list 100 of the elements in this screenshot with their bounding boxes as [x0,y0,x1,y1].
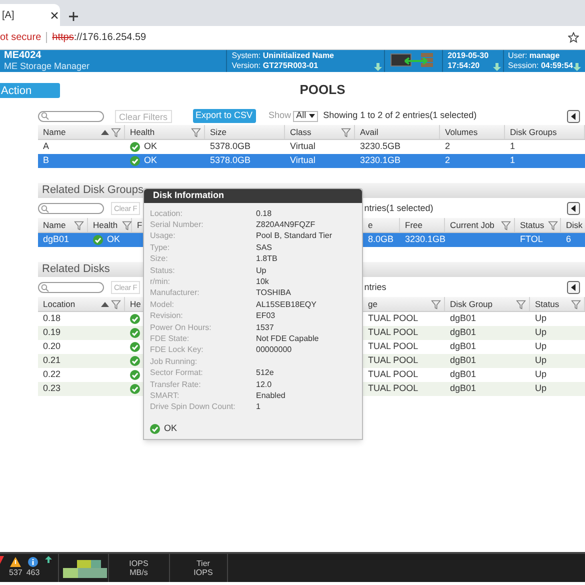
info-label: Type: [149,242,171,254]
info-value: 512e [256,367,274,380]
info-value: Not FDE Capable [256,333,319,345]
date-text: 2019-05-30 [448,51,490,61]
table-cell-text: TUAL POOL [368,354,418,368]
table-cell-text: Up [535,354,547,368]
table-cell-text: 1 [510,140,516,154]
table-cell-text: dgB01 [450,354,476,368]
info-label: Status: [149,264,176,277]
table-cell-text: 0.21 [43,354,61,368]
info-value: TOSHIBA [256,287,291,300]
section-title: Related Disks [42,262,110,278]
page-title: POOLS [300,82,346,97]
version-info: Version: GT275R003-01 [232,61,320,71]
health-text: OK [164,422,178,436]
table-cell-text: dgB01 [450,382,476,396]
info-value: 0.18 [256,208,272,220]
info-value: Pool B, Standard Tier [256,230,332,242]
warning-count: 537 [9,567,22,579]
table-cell-text: dgB01 [450,312,476,326]
info-count: 463 [26,567,40,579]
table-cell-text: 3230.1GB [360,154,401,168]
table-cell-text: dgB01 [450,368,476,382]
info-label: Usage: [149,230,176,242]
info-label: Model: [149,298,176,311]
tier-label: Tier [196,559,210,568]
tier-label: IOPS [194,568,213,577]
entries-summary: Showing 1 to 2 of 2 entries(1 selected) [323,109,477,122]
table-cell-text: dgB01 [43,233,70,246]
table-cell-text: Up [535,326,547,340]
info-label: Location: [149,208,184,220]
info-label: Serial Number: [149,219,204,232]
table-cell-text: 2 [445,140,450,154]
info-value: Enabled [256,390,286,402]
health-text: OK [107,233,120,246]
user-info: User: manage [508,51,561,61]
section-title: Related Disk Groups [42,183,144,198]
health-text: OK [144,140,158,154]
table-cell-text: TUAL POOL [368,312,418,326]
table-cell-text: Up [535,382,547,396]
table-cell-text: Up [535,340,547,354]
table-cell-text: Up [535,312,547,326]
system-info: System: Uninitialized Name [232,51,335,61]
info-label: Size: [149,253,169,266]
info-value: Up [256,264,266,277]
product-name: ME4024 [4,51,42,61]
table-cell-text: Virtual [290,140,316,154]
info-label: Manufacturer: [149,287,200,300]
info-label: Power On Hours: [149,322,212,334]
info-label: Revision: [149,310,184,322]
info-value: 00000000 [256,344,292,356]
table-cell-text: B [43,154,50,168]
table-cell-text: dgB01 [450,340,476,354]
table-cell-text: TUAL POOL [368,382,418,396]
table-cell-text: TUAL POOL [368,340,418,354]
info-label: Sector Format: [149,367,204,380]
table-cell-text: 0.23 [43,382,61,396]
table-cell-text: Virtual [290,154,316,168]
info-value: EF03 [256,310,276,322]
table-cell-text: 2 [445,154,450,168]
time-text: 17:54:20 [448,61,481,71]
info-value: 1 [256,401,260,414]
info-value: 1537 [256,322,274,334]
table-cell-text: 5378.0GB [210,140,251,154]
table-cell-text: 3230.5GB [360,140,401,154]
popup-title: Disk Information [153,189,224,202]
info-value: 10k [256,276,269,288]
product-subtitle: ME Storage Manager [4,61,91,71]
table-cell-text: TUAL POOL [368,326,418,340]
info-label: r/min: [149,276,171,288]
table-cell-text: TUAL POOL [368,368,418,382]
table-cell-text: 0.20 [43,340,61,354]
table-cell-text: 6 [566,233,572,246]
performance-label: MB/s [130,568,148,577]
entries-summary: ntries(1 selected) [364,202,434,215]
url-text: https://176.16.254.59 [52,31,146,45]
info-value: SAS [256,242,272,254]
info-label: Transfer Rate: [149,378,202,391]
info-label: Job Running: [149,356,198,368]
info-label: FDE State: [149,333,190,345]
tab-title: [A] [2,8,14,22]
info-label: FDE Lock Key: [149,344,204,356]
table-cell-text: 1 [510,154,516,168]
show-label: Show [268,109,292,122]
table-cell-text: 0.18 [43,312,61,326]
info-label: Drive Spin Down Count: [149,401,236,414]
info-label: SMART: [149,390,180,402]
performance-label: IOPS [129,559,148,568]
table-cell-text: 0.19 [43,326,61,340]
table-cell-text: A [43,140,50,154]
table-cell-text: 0.22 [43,368,61,382]
info-value: 12.0 [256,378,272,391]
info-value: 1.8TB [256,253,278,266]
table-cell-text: FTOL [520,233,543,246]
table-cell-text: 5378.0GB [210,154,251,168]
table-cell-text: dgB01 [450,326,476,340]
info-value: AL15SEB18EQY [256,298,316,311]
table-cell-text: 3230.1GB [405,233,446,246]
entries-summary: ntries [364,280,386,294]
table-cell-text: 8.0GB [368,233,394,246]
